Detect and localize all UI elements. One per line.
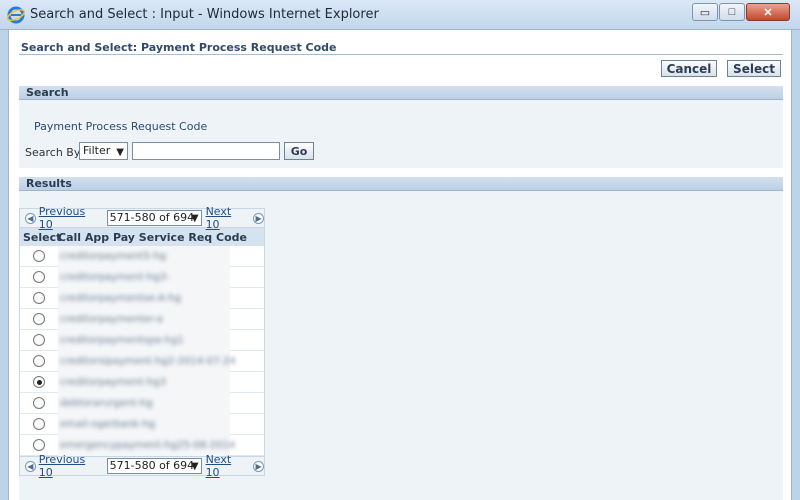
code-cell: creditorpaymenter-a: [58, 308, 230, 330]
next-arrow-icon[interactable]: ▶: [253, 212, 264, 224]
code-cell: creditorpayment-hg3-: [58, 266, 230, 288]
dialog-content: Search and Select: Payment Process Reque…: [8, 30, 792, 500]
code-cell: creditorpayment-hg3: [58, 371, 230, 393]
select-cell: [20, 271, 58, 283]
code-text: creditorpayment-hg3-: [60, 271, 170, 283]
next-arrow-icon[interactable]: ▶: [253, 460, 264, 472]
table-row: creditorpayment5-hg: [19, 245, 265, 267]
search-section: Search Payment Process Request Code Sear…: [19, 86, 783, 168]
results-section: Results ◀ Previous 10 571-580 of 694 ▼ N…: [19, 177, 783, 500]
select-radio[interactable]: [33, 292, 45, 304]
select-cell: [20, 397, 58, 409]
column-select: Select: [23, 230, 62, 244]
range-select[interactable]: 571-580 of 694 ▼: [106, 458, 202, 474]
previous-arrow-icon[interactable]: ◀: [25, 212, 36, 224]
select-cell: [20, 313, 58, 325]
table-row: email-ogerbank-hg: [19, 413, 265, 435]
select-radio[interactable]: [33, 439, 45, 451]
select-radio[interactable]: [33, 376, 45, 388]
table-row: creditorpayment-hg3-: [19, 266, 265, 288]
code-cell: creditorpaymentse-A-hg: [58, 287, 230, 309]
select-cell: [20, 355, 58, 367]
search-header: Search: [19, 86, 783, 100]
code-text: creditorpaymentse-A-hg: [60, 292, 182, 304]
maximize-icon: □: [728, 6, 736, 18]
select-radio[interactable]: [33, 250, 45, 262]
code-text: creditorpayment5-hg: [60, 250, 167, 262]
minimize-button[interactable]: ▭: [692, 3, 718, 21]
code-cell: creditorsipayment-hg2-2014-07-24: [58, 350, 236, 372]
code-text: email-ogerbank-hg: [60, 418, 155, 430]
select-radio[interactable]: [33, 418, 45, 430]
minimize-icon: ▭: [699, 6, 711, 19]
select-cell: [20, 376, 58, 388]
select-radio[interactable]: [33, 271, 45, 283]
code-text: creditorpaymentspa-hg1: [60, 334, 184, 346]
cancel-button[interactable]: Cancel: [661, 60, 717, 77]
previous-link[interactable]: Previous 10: [39, 205, 101, 231]
go-button[interactable]: Go: [284, 142, 314, 160]
range-value: 571-580 of 694: [109, 459, 195, 472]
ie-icon: [7, 6, 25, 24]
select-radio[interactable]: [33, 397, 45, 409]
pager-bottom: ◀ Previous 10 571-580 of 694 ▼ Next 10 ▶: [19, 453, 265, 479]
select-radio[interactable]: [33, 313, 45, 325]
search-input[interactable]: [132, 142, 280, 160]
search-by-label: Search By: [25, 146, 81, 159]
next-link[interactable]: Next 10: [206, 205, 248, 231]
search-by-select[interactable]: Filter ▼: [79, 142, 128, 160]
table-row: creditorpaymentse-A-hg: [19, 287, 265, 309]
select-cell: [20, 334, 58, 346]
code-cell: email-ogerbank-hg: [58, 413, 230, 435]
select-cell: [20, 418, 58, 430]
window-titlebar: Search and Select : Input - Windows Inte…: [0, 0, 800, 30]
table-header: Select Call App Pay Service Req Code: [19, 228, 265, 246]
select-radio[interactable]: [33, 355, 45, 367]
select-cell: [20, 292, 58, 304]
maximize-button[interactable]: □: [719, 3, 745, 21]
code-cell: creditorpayment5-hg: [58, 245, 230, 267]
title-divider: [19, 54, 783, 55]
range-value: 571-580 of 694: [109, 211, 195, 224]
results-header: Results: [19, 177, 783, 191]
pager-top: ◀ Previous 10 571-580 of 694 ▼ Next 10 ▶: [19, 205, 265, 231]
table-row: creditorpaymentspa-hg1: [19, 329, 265, 351]
code-cell: debtorarurgent-hg: [58, 392, 230, 414]
select-radio[interactable]: [33, 334, 45, 346]
previous-arrow-icon[interactable]: ◀: [25, 460, 36, 472]
table-row: debtorarurgent-hg: [19, 392, 265, 414]
next-link[interactable]: Next 10: [206, 453, 248, 479]
column-code: Call App Pay Service Req Code: [58, 230, 247, 244]
previous-link[interactable]: Previous 10: [39, 453, 101, 479]
chevron-down-icon: ▼: [190, 461, 199, 472]
code-cell: creditorpaymentspa-hg1: [58, 329, 230, 351]
chevron-down-icon: ▼: [116, 147, 124, 158]
results-table: ◀ Previous 10 571-580 of 694 ▼ Next 10 ▶…: [19, 205, 265, 479]
select-cell: [20, 439, 58, 451]
code-text: debtorarurgent-hg: [60, 397, 153, 409]
table-row: creditorpayment-hg3: [19, 371, 265, 393]
window-title: Search and Select : Input - Windows Inte…: [30, 7, 379, 22]
close-button[interactable]: ✕: [746, 3, 790, 21]
close-icon: ✕: [763, 6, 773, 19]
select-cell: [20, 250, 58, 262]
table-row: creditorsipayment-hg2-2014-07-24: [19, 350, 265, 372]
code-text: creditorpaymenter-a: [60, 313, 163, 325]
search-field-label: Payment Process Request Code: [34, 120, 208, 133]
select-button[interactable]: Select: [727, 60, 781, 77]
code-text: creditorpayment-hg3: [60, 376, 167, 388]
code-text: emergencypayment-hg25-08-2014: [60, 439, 236, 451]
table-body: creditorpayment5-hg creditorpayment-hg3- c…: [19, 245, 265, 456]
page-title: Search and Select: Payment Process Reque…: [21, 41, 337, 54]
table-row: creditorpaymenter-a: [19, 308, 265, 330]
range-select[interactable]: 571-580 of 694 ▼: [106, 210, 202, 226]
chevron-down-icon: ▼: [190, 213, 199, 224]
search-by-value: Filter: [83, 144, 111, 157]
code-text: creditorsipayment-hg2-2014-07-24: [60, 355, 236, 367]
